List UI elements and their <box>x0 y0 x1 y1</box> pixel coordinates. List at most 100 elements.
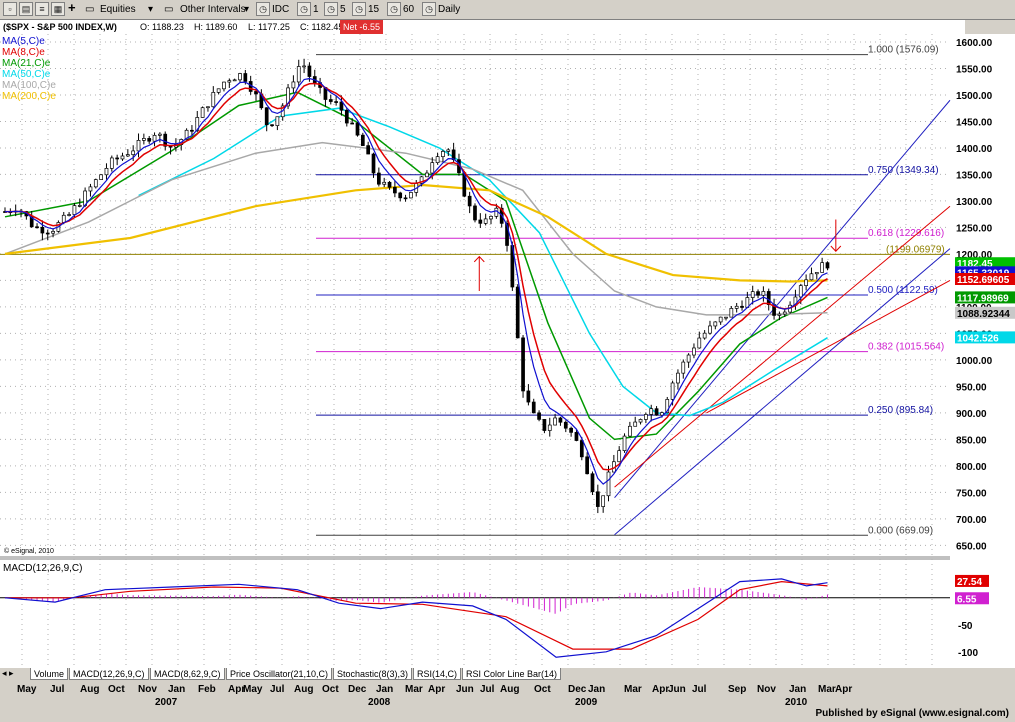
candle-body <box>93 179 98 188</box>
y-tick-label: 1350.00 <box>956 170 993 181</box>
candle-body <box>729 308 734 318</box>
study-tab[interactable]: MACD(12,26,9,C) <box>69 668 149 680</box>
candle-body <box>211 92 216 108</box>
candle-body <box>104 168 109 176</box>
x-month-label: Jan <box>376 684 394 695</box>
candle-body <box>478 219 483 224</box>
candle-body <box>88 186 93 192</box>
candle-body <box>275 116 280 126</box>
study-tab[interactable]: Stochastic(8(3),3) <box>333 668 413 680</box>
x-month-label: Apr <box>428 684 446 695</box>
price-tag-label: 1042.526 <box>957 333 999 344</box>
candle-body <box>451 149 456 161</box>
x-month-label: Feb <box>198 684 216 695</box>
candle-body <box>601 495 606 507</box>
candle-body <box>243 73 248 82</box>
y-tick-label: 850.00 <box>956 435 987 446</box>
y-tick-label: 750.00 <box>956 488 987 499</box>
x-year-label: 2007 <box>155 697 178 708</box>
candle-body <box>782 311 787 315</box>
fib-level-label: 0.382 (1015.564) <box>868 342 944 353</box>
candle-body <box>398 192 403 199</box>
x-month-label: Mar <box>624 684 642 695</box>
price-tag: 1042.526 <box>955 331 1015 344</box>
candle-body <box>820 262 824 273</box>
candle-body <box>206 106 210 109</box>
candle-body <box>61 214 66 223</box>
candle-body <box>649 408 654 415</box>
fib-level-label: 0.250 (895.84) <box>868 405 933 416</box>
x-year-label: 2009 <box>575 697 598 708</box>
candle-body <box>515 286 520 339</box>
price-tag-label: 1152.69605 <box>957 275 1010 286</box>
candle-body <box>537 412 541 420</box>
candle-body <box>750 291 755 298</box>
candle-body <box>291 81 296 89</box>
candle-body <box>366 145 371 155</box>
candle-body <box>270 124 274 127</box>
candle-body <box>590 473 595 493</box>
price-chart[interactable]: 650.00 700.00 750.00 800.00 850.00 900.00 950.… <box>0 0 1015 722</box>
candle-body <box>798 285 803 298</box>
candle-body <box>120 155 125 160</box>
candle-body <box>72 205 77 215</box>
footer-publisher: Published by eSignal (www.esignal.com) <box>815 708 1009 719</box>
candle-body <box>585 456 589 475</box>
y-tick-label: 900.00 <box>956 409 987 420</box>
tab-scroll-arrows[interactable]: ◂ ▸ <box>2 668 14 679</box>
candle-body <box>328 99 333 102</box>
y-tick-label: 1250.00 <box>956 223 993 234</box>
candle-body <box>360 134 365 146</box>
candle-body <box>654 408 659 416</box>
candle-body <box>296 66 301 83</box>
candle-body <box>686 354 691 363</box>
legend-item: MA(21,C)e <box>2 58 51 69</box>
candle-body <box>109 157 114 169</box>
candle-body <box>569 427 573 433</box>
y-tick-label: 800.00 <box>956 462 987 473</box>
x-month-label: Dec <box>568 684 587 695</box>
candle-body <box>628 425 632 437</box>
candle-body <box>409 192 413 199</box>
legend-item: MA(200,C)e <box>2 91 56 102</box>
macd-tag-label: 6.55 <box>957 594 977 605</box>
candle-body <box>99 174 103 180</box>
candle-body <box>708 325 712 334</box>
study-tab[interactable]: RSI Color Line Bar(14) <box>462 668 562 680</box>
x-month-label: Jan <box>168 684 186 695</box>
candle-body <box>227 80 232 83</box>
candle-body <box>740 305 744 308</box>
candle-body <box>825 262 830 269</box>
candle-body <box>200 107 205 118</box>
x-month-label: Sep <box>728 684 747 695</box>
candle-body <box>425 172 429 178</box>
candle-body <box>558 417 563 423</box>
study-tab[interactable]: Volume <box>30 668 69 680</box>
candle-body <box>40 226 45 234</box>
candle-body <box>702 332 707 339</box>
x-month-label: Jul <box>270 684 285 695</box>
candle-body <box>644 414 648 420</box>
study-tab[interactable]: RSI(14,C) <box>413 668 462 680</box>
candle-body <box>633 421 638 427</box>
copyright-text: © eSignal, 2010 <box>4 547 54 555</box>
candle-body <box>158 133 162 136</box>
study-tab[interactable]: Price Oscillator(21,10,C) <box>226 668 333 680</box>
candle-body <box>264 107 269 126</box>
candle-body <box>553 417 557 426</box>
x-month-label: Nov <box>138 684 157 695</box>
study-tab[interactable]: MACD(8,62,9,C) <box>150 668 225 680</box>
candle-body <box>563 421 568 429</box>
candle-body <box>676 372 680 384</box>
candle-body <box>777 313 782 316</box>
candle-body <box>697 337 702 349</box>
candle-body <box>531 401 536 414</box>
x-month-label: Jul <box>692 684 707 695</box>
candle-body <box>67 214 71 216</box>
candle-body <box>152 134 157 142</box>
candle-body <box>489 215 493 220</box>
candle-body <box>441 151 445 157</box>
macd-tick-label: -50 <box>958 621 973 632</box>
candle-body <box>430 162 435 174</box>
legend-item: MA(8,C)e <box>2 47 45 58</box>
